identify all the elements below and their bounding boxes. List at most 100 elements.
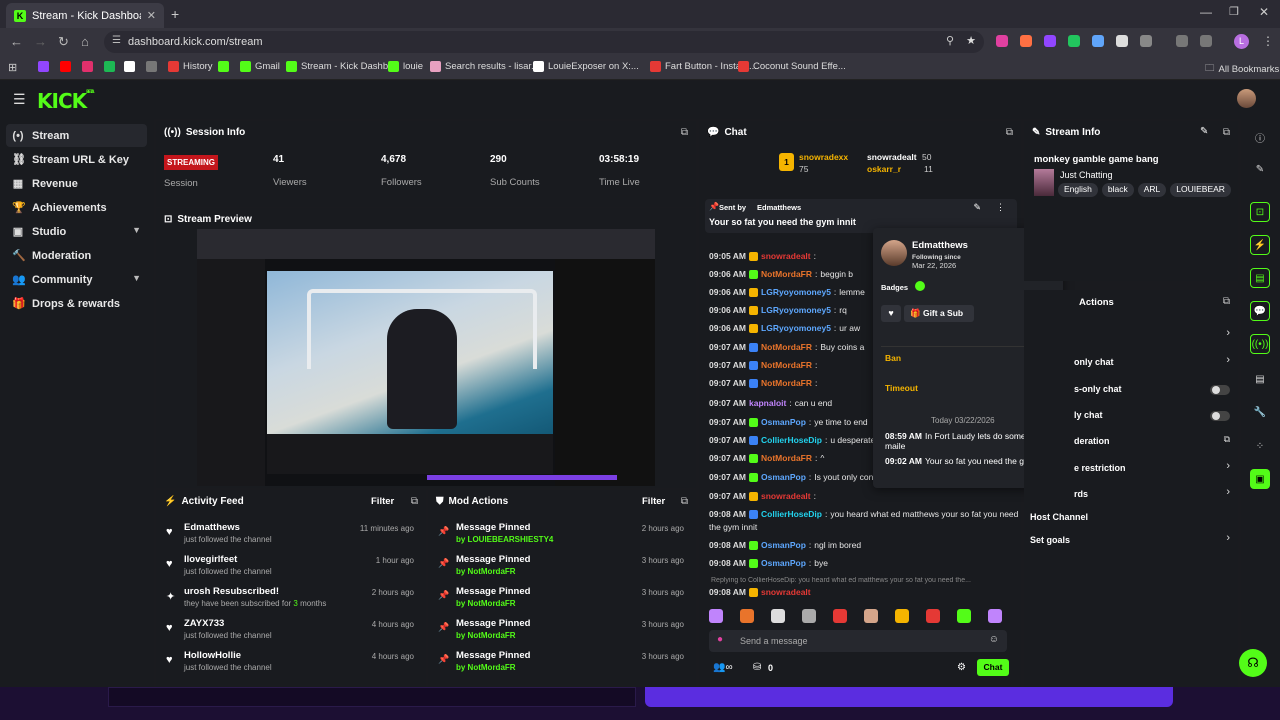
popout-icon[interactable]: ⧉: [1223, 127, 1230, 138]
chat-message[interactable]: 09:07 AM kapnaloit: can u end: [709, 398, 832, 408]
mod-action-by[interactable]: by NotMordaFR: [456, 567, 516, 576]
emote-icon[interactable]: [833, 609, 847, 623]
action-row[interactable]: rds ›: [1030, 486, 1230, 503]
follow-heart-button[interactable]: ♥: [881, 305, 901, 322]
chevron-down-icon[interactable]: ▼: [132, 225, 141, 235]
chat-message[interactable]: 09:06 AM NotMordaFR: beggin b: [709, 269, 853, 279]
site-info-icon[interactable]: ☰: [112, 35, 121, 46]
stream-tag[interactable]: ARL: [1137, 183, 1167, 197]
profile-avatar[interactable]: L: [1234, 34, 1249, 49]
activity-name[interactable]: Edmatthews: [184, 522, 240, 533]
chat-message[interactable]: 09:08 AM snowradealt: [709, 587, 811, 597]
emote-icon[interactable]: [988, 609, 1002, 623]
emote-icon[interactable]: [740, 609, 754, 623]
activity-name[interactable]: urosh Resubscribed!: [184, 586, 279, 597]
extension-icon[interactable]: [1044, 35, 1056, 47]
bot-icon[interactable]: ▣: [1250, 469, 1270, 489]
bookmark-item[interactable]: [60, 61, 71, 72]
bookmark-item[interactable]: LouieExposer on X:...: [533, 61, 639, 72]
popout-icon[interactable]: ⧉: [411, 496, 418, 507]
apps-grid-icon[interactable]: ⊞: [8, 61, 17, 74]
action-toggle[interactable]: [1210, 385, 1230, 395]
download-icon[interactable]: [1200, 35, 1212, 47]
sidebar-item-moderation[interactable]: 🔨 Moderation: [6, 244, 147, 267]
activity-row[interactable]: ♥ Edmatthews just followed the channel 11 m…: [156, 522, 426, 552]
edit-stream-info-icon[interactable]: ✎: [1200, 126, 1208, 137]
action-row[interactable]: Set goals ›: [1030, 532, 1230, 549]
chevron-right-icon[interactable]: ›: [1226, 532, 1230, 544]
sidebar-item-stream-url-key[interactable]: ⛓ Stream URL & Key: [6, 148, 147, 171]
support-headset-button[interactable]: ☊: [1239, 649, 1267, 677]
extension-icon[interactable]: [1092, 35, 1104, 47]
extension-icon[interactable]: [1116, 35, 1128, 47]
popout-icon[interactable]: ⧉: [681, 127, 688, 138]
activity-name[interactable]: HollowHollie: [184, 650, 241, 661]
new-tab-button[interactable]: +: [171, 6, 179, 22]
extension-icon[interactable]: [1020, 35, 1032, 47]
action-row[interactable]: only chat ›: [1030, 354, 1230, 371]
bookmark-item[interactable]: [218, 61, 229, 72]
popout-icon[interactable]: ⧉: [681, 496, 688, 507]
edit-icon[interactable]: ✎: [1250, 159, 1270, 179]
sidebar-item-stream[interactable]: (•) Stream: [6, 124, 147, 147]
minimize-button[interactable]: —: [1200, 5, 1212, 19]
popout-icon[interactable]: ⧉: [1223, 296, 1230, 307]
chevron-right-icon[interactable]: ›: [1226, 327, 1230, 339]
bookmark-item[interactable]: [38, 61, 49, 72]
chat-bubble-icon[interactable]: 💬: [1250, 301, 1270, 321]
activity-name[interactable]: ZAYX733: [184, 618, 224, 629]
stream-tag[interactable]: black: [1101, 183, 1134, 197]
stream-tag[interactable]: LOUIEBEAR: [1170, 183, 1231, 197]
action-toggle[interactable]: [1210, 411, 1230, 421]
chat-username[interactable]: NotMordaFR: [761, 360, 812, 370]
zoom-icon[interactable]: ⚲: [946, 34, 954, 47]
extension-icon[interactable]: [996, 35, 1008, 47]
bookmark-item[interactable]: louie: [388, 61, 423, 72]
kick-logo[interactable]: KICKBETA: [37, 89, 94, 113]
emote-icon[interactable]: [895, 609, 909, 623]
activity-name[interactable]: Ilovegirlfeet: [184, 554, 237, 565]
chat-message[interactable]: 09:06 AM LGRyoyomoney5: ur aw: [709, 323, 860, 333]
forward-icon[interactable]: →: [34, 34, 47, 49]
action-row[interactable]: s-only chat: [1030, 382, 1230, 398]
chat-input[interactable]: ● Send a message ☺: [709, 630, 1007, 652]
bookmark-item[interactable]: Coconut Sound Effe...: [738, 61, 846, 72]
chat-message[interactable]: 09:08 AM OsmanPop: ngl im bored: [709, 540, 861, 550]
gift-sub-button[interactable]: 🎁 Gift a Sub: [904, 305, 974, 322]
tab-close-icon[interactable]: ✕: [147, 9, 156, 22]
send-chat-button[interactable]: Chat: [977, 659, 1009, 676]
mod-action-row[interactable]: 📌 Message Pinned by NotMordaFR 3 hours ago: [428, 586, 696, 616]
wrench-icon[interactable]: 🔧: [1250, 402, 1270, 422]
chat-username[interactable]: kapnaloit: [749, 398, 786, 408]
sidebar-item-achievements[interactable]: 🏆 Achievements: [6, 196, 147, 219]
emote-icon[interactable]: [771, 609, 785, 623]
chat-username[interactable]: NotMordaFR: [761, 342, 812, 352]
bookmark-star-icon[interactable]: ★: [966, 34, 976, 47]
activity-row[interactable]: ♥ HollowHollie just followed the channel 4 …: [156, 650, 426, 680]
chat-settings-icon[interactable]: ⚙: [957, 662, 966, 673]
mod-filter-button[interactable]: Filter: [642, 496, 665, 507]
mod-action-row[interactable]: 📌 Message Pinned by NotMordaFR 3 hours ago: [428, 650, 696, 680]
extensions-puzzle-icon[interactable]: [1140, 35, 1152, 47]
bookmark-item[interactable]: Search results - lisar...: [430, 61, 539, 72]
emote-icon[interactable]: [864, 609, 878, 623]
mod-action-by[interactable]: by NotMordaFR: [456, 599, 516, 608]
external-link-icon[interactable]: ⧉: [1224, 434, 1230, 445]
bookmark-item[interactable]: History: [168, 61, 213, 72]
bookmark-item[interactable]: Stream - Kick Dashb...: [286, 61, 396, 72]
stream-preview-video[interactable]: [197, 229, 655, 486]
chat-message[interactable]: 09:07 AM NotMordaFR: Buy coins a: [709, 342, 864, 352]
chevron-right-icon[interactable]: ›: [1226, 460, 1230, 472]
chat-message[interactable]: 09:07 AM CollierHoseDip: u desperate: [709, 435, 875, 445]
chat-message[interactable]: 09:07 AM OsmanPop: Is yout only con: [709, 472, 873, 482]
sidebar-item-drops-rewards[interactable]: 🎁 Drops & rewards: [6, 292, 147, 315]
home-icon[interactable]: ⌂: [81, 34, 89, 49]
microphone-icon[interactable]: ●: [717, 634, 723, 645]
hamburger-menu-icon[interactable]: ☰: [13, 91, 26, 108]
chat-username[interactable]: NotMordaFR: [761, 378, 812, 388]
mod-action-by[interactable]: by NotMordaFR: [456, 631, 516, 640]
mod-action-by[interactable]: by LOUIEBEARSHIESTY4: [456, 535, 553, 544]
maximize-button[interactable]: ❐: [1229, 5, 1239, 18]
bookmark-item[interactable]: Gmail: [240, 61, 280, 72]
extension-icon[interactable]: [1068, 35, 1080, 47]
